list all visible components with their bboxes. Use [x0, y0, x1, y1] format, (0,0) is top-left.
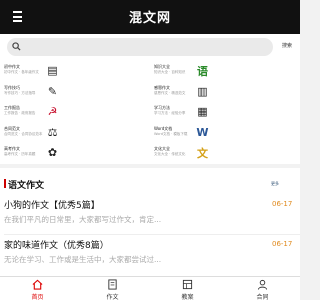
document-icon: ▤	[47, 64, 58, 77]
category-item[interactable]: 合同范文 合同范文 · 合同协议范本 ⚖	[0, 123, 150, 143]
tab-label: 首页	[31, 294, 44, 300]
article-section: 语文作文 更多 小狗的作文【优秀5篇】 在我们平凡的日常里，大家都写过作文，肯定…	[0, 168, 300, 276]
culture-icon: 文	[197, 146, 208, 160]
category-item[interactable]: 学习方法 学习方法 · 经验分享 ▦	[150, 102, 300, 122]
scroll-icon: ▥	[197, 84, 208, 98]
pen-icon: ✎	[47, 84, 58, 98]
app-title: 混文网	[128, 11, 171, 26]
category-desc: 感恩作文 · 精选范文	[154, 90, 186, 95]
tab-essays[interactable]: 作文	[75, 277, 150, 300]
category-desc: Word文档 · 模板下载	[154, 131, 188, 136]
category-item[interactable]: 高考作文 高考作文 · 历年真题 ✿	[0, 143, 150, 163]
category-item[interactable]: 写作技巧 写作技巧 · 方法指导 ✎	[0, 82, 150, 102]
tab-home[interactable]: 首页	[0, 277, 75, 300]
search-bar: 搜索	[0, 34, 300, 60]
category-item[interactable]: Word文档 Word文档 · 模板下载 W	[150, 123, 300, 143]
category-item[interactable]: 知识大全 知识大全 · 百科知识语	[150, 61, 300, 81]
more-link[interactable]: 更多	[271, 181, 279, 187]
contract-icon: ⚖	[47, 125, 58, 139]
section-title: 语文作文	[8, 181, 45, 191]
document-icon	[108, 279, 117, 290]
language-icon: 语	[197, 64, 208, 78]
notebook-icon	[182, 279, 193, 290]
category-item[interactable]: 文化大全 文化大全 · 传统文化文	[150, 143, 300, 163]
search-icon	[12, 42, 21, 51]
top-bar: 混文网	[0, 0, 300, 34]
category-desc: 学习方法 · 经验分享	[154, 111, 186, 115]
category-desc: 初中作文 · 各年级作文	[4, 70, 39, 74]
category-desc: 高考作文 · 历年真题	[4, 152, 36, 156]
tab-label: 作文	[106, 294, 119, 300]
tab-contracts[interactable]: 合同	[225, 277, 300, 300]
article-title[interactable]: 家的味道作文（优秀8篇）	[4, 238, 109, 251]
list-item[interactable]: 小狗的作文【优秀5篇】 在我们平凡的日常里，大家都写过作文，肯定... 06-1…	[0, 196, 300, 232]
word-icon: W	[196, 125, 209, 139]
category-desc: 工作报告 · 政府报告	[4, 111, 36, 115]
search-input[interactable]	[7, 38, 273, 56]
bottom-tab-bar: 首页 作文 教案 合同	[0, 276, 300, 300]
category-item[interactable]: 初中作文 初中作文 · 各年级作文 ▤	[0, 61, 150, 81]
category-desc: 写作技巧 · 方法指导	[4, 90, 36, 95]
category-desc: 知识大全 · 百科知识	[154, 70, 186, 74]
tab-lesson-plans[interactable]: 教案	[150, 277, 225, 300]
tab-label: 教案	[181, 294, 194, 300]
divider	[4, 234, 300, 235]
article-title[interactable]: 小狗的作文【优秀5篇】	[4, 198, 100, 211]
category-grid: 初中作文 初中作文 · 各年级作文 ▤ 知识大全 知识大全 · 百科知识语写作技巧 写作技…	[0, 60, 300, 164]
home-icon	[32, 279, 43, 290]
category-desc: 合同范文 · 合同协议范本	[4, 131, 43, 136]
exam-icon: ✿	[47, 146, 58, 159]
tab-label: 合同	[256, 294, 269, 300]
article-snippet: 在我们平凡的日常里，大家都写过作文，肯定...	[4, 215, 162, 224]
article-date: 06-17	[272, 240, 293, 248]
category-item[interactable]: 工作报告 工作报告 · 政府报告 ☭	[0, 102, 150, 122]
category-desc: 文化大全 · 传统文化	[154, 152, 186, 156]
category-item[interactable]: 感恩作文 感恩作文 · 精选范文 ▥	[150, 82, 300, 102]
user-icon	[257, 279, 268, 290]
party-emblem-icon: ☭	[47, 105, 58, 118]
search-button[interactable]: 搜索	[282, 42, 292, 49]
section-marker	[4, 179, 6, 188]
book-icon: ▦	[197, 105, 208, 118]
article-snippet: 无论在学习、工作或是生活中，大家都尝试过...	[4, 255, 162, 264]
list-item[interactable]: 家的味道作文（优秀8篇） 无论在学习、工作或是生活中，大家都尝试过... 06-…	[0, 236, 300, 272]
article-date: 06-17	[272, 200, 293, 208]
